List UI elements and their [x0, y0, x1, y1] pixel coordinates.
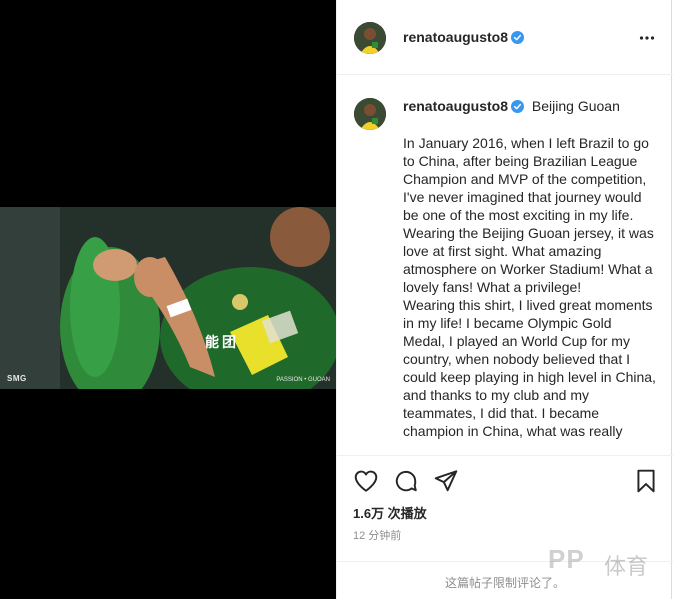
- caption-username[interactable]: renatoaugusto8: [403, 98, 508, 114]
- more-options-icon[interactable]: [639, 28, 655, 48]
- location-tag[interactable]: Beijing Guoan: [532, 98, 620, 114]
- avatar[interactable]: [354, 22, 386, 54]
- post-media[interactable]: 能 团 SMG PASSION • GUOAN: [0, 0, 336, 599]
- caption-header: renatoaugusto8 Beijing Guoan: [403, 98, 620, 114]
- post-timestamp[interactable]: 12 分钟前: [353, 527, 401, 543]
- header-username[interactable]: renatoaugusto8: [403, 29, 525, 45]
- brand-watermark-text: 体育: [604, 554, 649, 579]
- brand-watermark: PP: [548, 544, 585, 574]
- video-frame[interactable]: 能 团 SMG PASSION • GUOAN: [0, 207, 336, 389]
- heart-icon[interactable]: [353, 468, 379, 494]
- bookmark-icon[interactable]: [633, 468, 659, 494]
- svg-text:能: 能: [205, 334, 219, 351]
- video-watermark-right: PASSION • GUOAN: [276, 377, 330, 383]
- view-count[interactable]: 1.6万 次播放: [353, 503, 427, 522]
- post-panel: renatoaugusto8 renatoaugusto8 Beijing Gu…: [336, 0, 673, 599]
- caption-area: renatoaugusto8 Beijing Guoan In January …: [337, 76, 673, 454]
- avatar-image: [354, 22, 386, 54]
- post-caption: In January 2016, when I left Brazil to g…: [403, 135, 656, 439]
- video-still: 能 团: [0, 207, 336, 389]
- verified-badge-icon: [511, 100, 525, 113]
- svg-text:团: 团: [222, 335, 236, 351]
- paper-plane-icon[interactable]: [433, 468, 459, 494]
- avatar-image: [354, 98, 386, 130]
- comment-bubble-icon[interactable]: [393, 468, 419, 494]
- caption-avatar[interactable]: [354, 98, 386, 130]
- verified-badge-icon: [511, 31, 525, 44]
- video-watermark-left: SMG: [7, 374, 27, 383]
- post-header: renatoaugusto8: [337, 0, 673, 75]
